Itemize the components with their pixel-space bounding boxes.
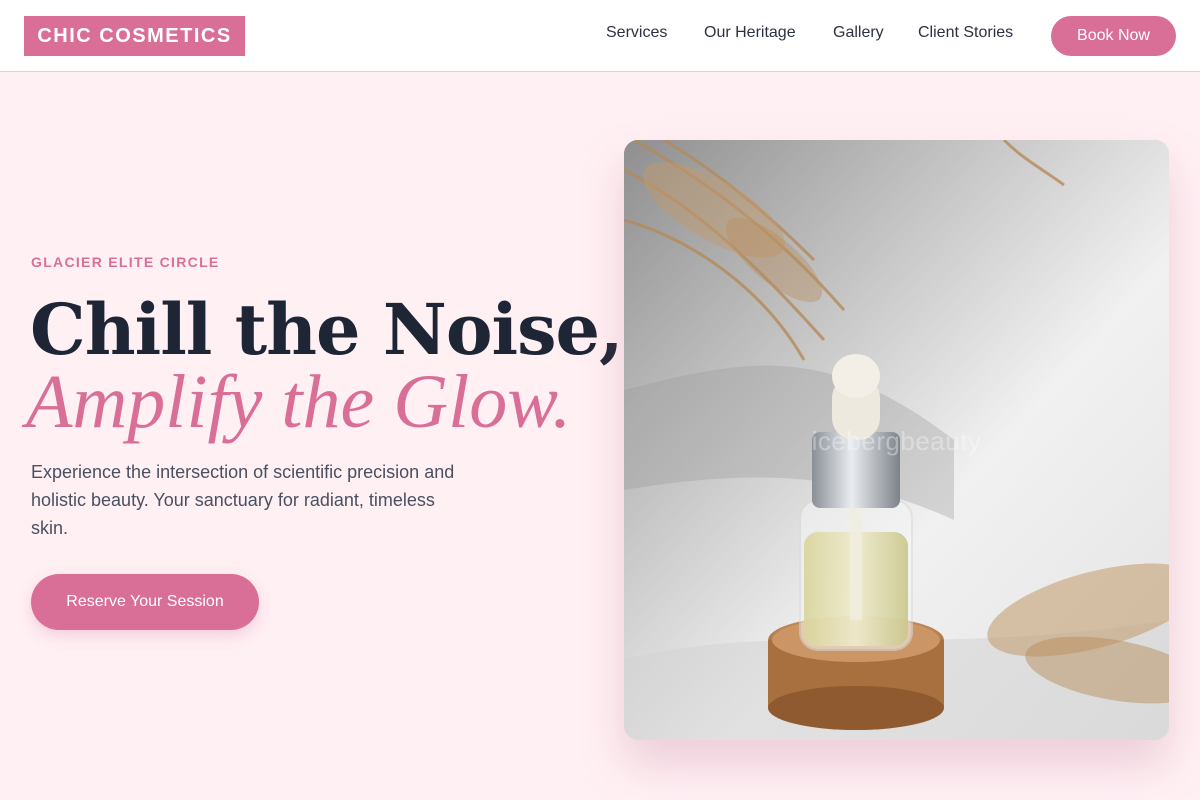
site-header: CHIC COSMETICS Services Our Heritage Gal… bbox=[0, 0, 1200, 72]
nav-link-our-heritage[interactable]: Our Heritage bbox=[704, 24, 796, 48]
hero-headline-line2: Amplify the Glow. bbox=[26, 360, 572, 444]
hero-eyebrow: GLACIER ELITE CIRCLE bbox=[31, 254, 220, 270]
hero-product-image: icebergbeauty bbox=[624, 140, 1169, 740]
reserve-session-button[interactable]: Reserve Your Session bbox=[31, 574, 259, 630]
image-watermark: icebergbeauty bbox=[811, 426, 982, 456]
nav-link-client-stories[interactable]: Client Stories bbox=[918, 24, 1013, 48]
hero-description: Experience the intersection of scientifi… bbox=[31, 462, 455, 538]
book-now-button[interactable]: Book Now bbox=[1051, 16, 1176, 56]
nav-link-gallery[interactable]: Gallery bbox=[833, 24, 884, 48]
brand-logo[interactable]: CHIC COSMETICS bbox=[24, 16, 245, 56]
nav-link-services[interactable]: Services bbox=[606, 24, 667, 48]
